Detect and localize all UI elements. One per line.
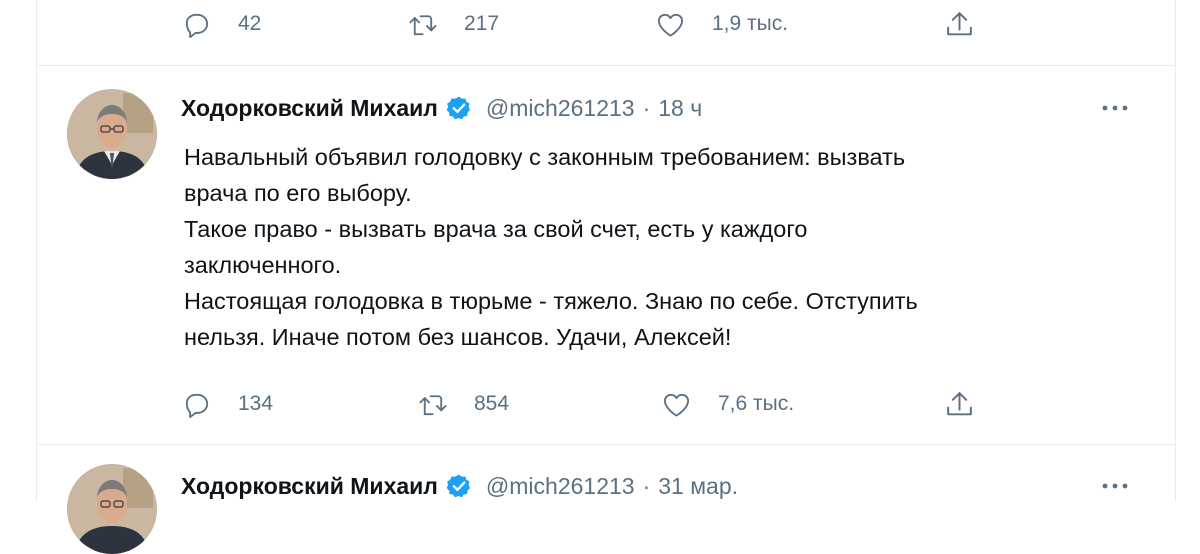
separator-dot: · bbox=[642, 94, 651, 121]
tweet-text-line: нельзя. Иначе потом без шансов. Удачи, А… bbox=[184, 324, 732, 350]
more-icon bbox=[1102, 483, 1128, 489]
tweet-text-line: врача по его выбору. bbox=[184, 180, 412, 206]
retweet-count: 217 bbox=[464, 12, 500, 35]
reply-count: 134 bbox=[238, 392, 274, 415]
avatar[interactable] bbox=[67, 464, 157, 554]
retweet-icon bbox=[419, 394, 447, 415]
retweet-icon bbox=[409, 14, 437, 35]
author-name[interactable]: Ходорковский Михаил bbox=[181, 473, 438, 500]
tweet-text-line: заключенного. bbox=[184, 252, 342, 278]
reply-button[interactable]: 134 bbox=[181, 384, 273, 424]
like-count: 1,9 тыс. bbox=[712, 12, 789, 35]
tweet-actions: 134 854 7,6 тыс. bbox=[37, 384, 1175, 424]
author-name[interactable]: Ходорковский Михаил bbox=[181, 95, 438, 122]
heart-icon bbox=[657, 13, 684, 37]
verified-badge-icon bbox=[446, 474, 470, 498]
retweet-button[interactable]: 854 bbox=[417, 384, 509, 424]
top-tweet-actions: 42 217 1,9 тыс. bbox=[37, 4, 1175, 44]
like-button[interactable]: 7,6 тыс. bbox=[661, 384, 794, 424]
verified-badge-icon bbox=[446, 96, 470, 120]
author-handle[interactable]: @mich261213 bbox=[486, 473, 635, 500]
heart-icon bbox=[663, 393, 690, 417]
tweet-text-line: Навальный объявил голодовку с законным т… bbox=[184, 144, 906, 170]
reply-count: 42 bbox=[238, 12, 262, 35]
tweet-timestamp[interactable]: 31 мар. bbox=[658, 473, 738, 500]
like-button[interactable]: 1,9 тыс. bbox=[655, 4, 788, 44]
more-options-button[interactable] bbox=[1095, 466, 1135, 506]
share-button[interactable] bbox=[943, 4, 976, 44]
avatar[interactable] bbox=[67, 89, 157, 179]
avatar-photo bbox=[67, 89, 157, 179]
share-button[interactable] bbox=[943, 384, 976, 424]
separator-dot: · bbox=[642, 472, 651, 499]
tweet-header: Ходорковский Михаил @mich261213 · 18 ч bbox=[181, 90, 702, 126]
tweet-text: Навальный объявил голодовку с законным т… bbox=[184, 139, 1104, 355]
reply-icon bbox=[185, 393, 209, 418]
retweet-button[interactable]: 217 bbox=[407, 4, 499, 44]
reply-icon bbox=[185, 13, 209, 38]
share-icon bbox=[947, 11, 972, 35]
tweet-timestamp[interactable]: 18 ч bbox=[658, 95, 702, 122]
more-icon bbox=[1102, 105, 1128, 111]
tweet-divider bbox=[37, 444, 1175, 445]
tweet-header: Ходорковский Михаил @mich261213 · 31 мар… bbox=[181, 468, 738, 504]
more-options-button[interactable] bbox=[1095, 88, 1135, 128]
tweet-divider bbox=[37, 65, 1175, 66]
avatar-photo bbox=[67, 464, 157, 554]
share-icon bbox=[947, 391, 972, 415]
tweet-text-line: Настоящая голодовка в тюрьме - тяжело. З… bbox=[184, 288, 918, 314]
timeline: 42 217 1,9 тыс. Ходорковский Михаил @mic… bbox=[36, 0, 1176, 554]
reply-button[interactable]: 42 bbox=[181, 4, 261, 44]
tweet-text-line: Такое право - вызвать врача за свой счет… bbox=[184, 216, 808, 242]
like-count: 7,6 тыс. bbox=[718, 392, 795, 415]
retweet-count: 854 bbox=[474, 392, 510, 415]
author-handle[interactable]: @mich261213 bbox=[486, 95, 635, 122]
